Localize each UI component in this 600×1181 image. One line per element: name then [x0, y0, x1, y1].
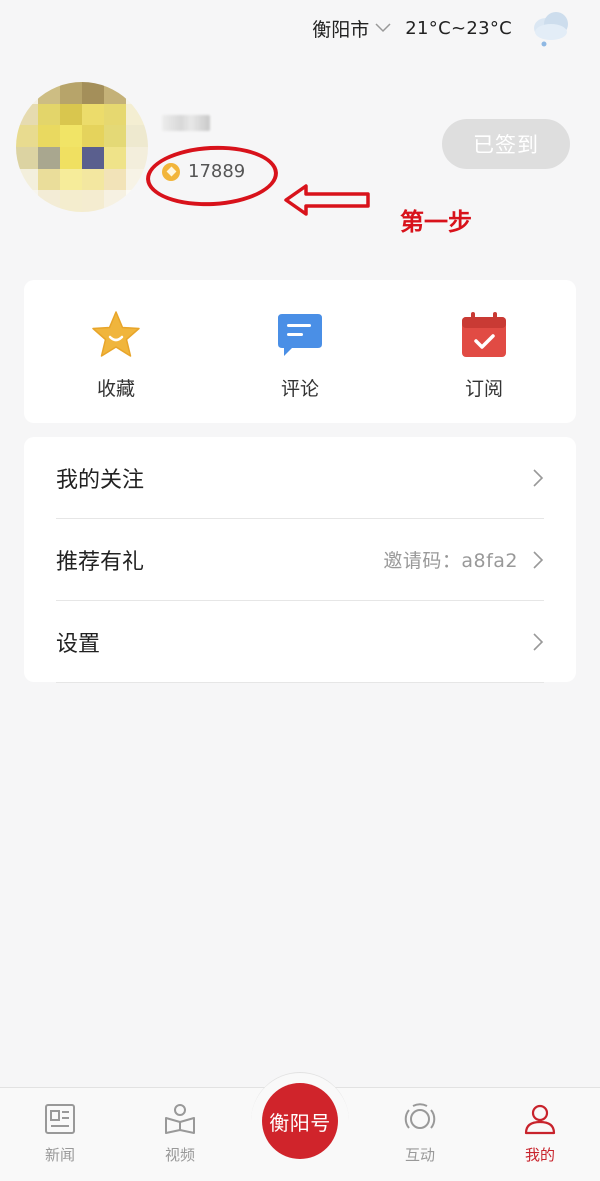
- chevron-down-icon: [375, 23, 391, 33]
- menu-card: 我的关注 推荐有礼 邀请码：a8fa2 设置: [24, 437, 576, 683]
- menu-item-label: 我的关注: [56, 467, 145, 493]
- checkin-button[interactable]: 已签到: [442, 119, 570, 169]
- profile-page: 衡阳市 21°C~23°C 17889 第一步 已签到 收藏 评论 订阅 我的关…: [0, 0, 600, 1181]
- star-icon: [92, 311, 140, 357]
- city-selector[interactable]: 衡阳市: [312, 15, 391, 42]
- menu-item-label: 推荐有礼: [56, 549, 145, 575]
- action-favorites[interactable]: 收藏: [24, 280, 208, 423]
- chevron-right-icon: [533, 550, 544, 569]
- tab-label: 视频: [164, 1146, 195, 1164]
- menu-item-follow[interactable]: 我的关注: [56, 437, 544, 519]
- tab-interaction[interactable]: 互动: [360, 1088, 480, 1181]
- annotation-step-text: 第一步: [400, 208, 472, 236]
- tab-mine[interactable]: 我的: [480, 1088, 600, 1181]
- chevron-right-icon: [533, 632, 544, 651]
- action-label: 订阅: [464, 378, 503, 400]
- cloud-rain-icon: [534, 12, 568, 47]
- video-reader-icon: [165, 1104, 195, 1134]
- invite-code: 邀请码：a8fa2: [383, 550, 518, 572]
- quick-actions-card: 收藏 评论 订阅: [24, 280, 576, 423]
- action-comments[interactable]: 评论: [208, 280, 392, 423]
- action-label: 评论: [280, 378, 319, 400]
- tab-video[interactable]: 视频: [120, 1088, 240, 1181]
- temperature: 21°C~23°C: [405, 17, 512, 39]
- top-bar: 衡阳市 21°C~23°C: [312, 8, 572, 48]
- chevron-right-icon: [533, 468, 544, 487]
- comment-icon: [278, 314, 322, 356]
- menu-item-settings[interactable]: 设置: [56, 601, 544, 683]
- annotation-circle: [144, 142, 280, 210]
- city-label: 衡阳市: [312, 18, 370, 41]
- annotation-arrow-icon: [284, 184, 370, 216]
- action-label: 收藏: [96, 378, 135, 400]
- subscribe-calendar-icon: [462, 312, 506, 357]
- avatar-image: [16, 82, 148, 212]
- username-blurred: [162, 115, 210, 131]
- menu-item-referral[interactable]: 推荐有礼 邀请码：a8fa2: [56, 519, 544, 601]
- tab-news[interactable]: 新闻: [0, 1088, 120, 1181]
- avatar[interactable]: [16, 82, 148, 212]
- menu-item-label: 设置: [56, 631, 101, 657]
- tab-label: 互动: [404, 1146, 435, 1164]
- center-brand-button[interactable]: 衡阳号: [262, 1083, 338, 1159]
- tab-label: 新闻: [44, 1146, 75, 1164]
- news-icon: [45, 1104, 75, 1134]
- interaction-icon: [404, 1103, 436, 1129]
- tab-label: 我的: [524, 1146, 555, 1164]
- action-subscriptions[interactable]: 订阅: [392, 280, 576, 423]
- user-icon: [524, 1104, 556, 1135]
